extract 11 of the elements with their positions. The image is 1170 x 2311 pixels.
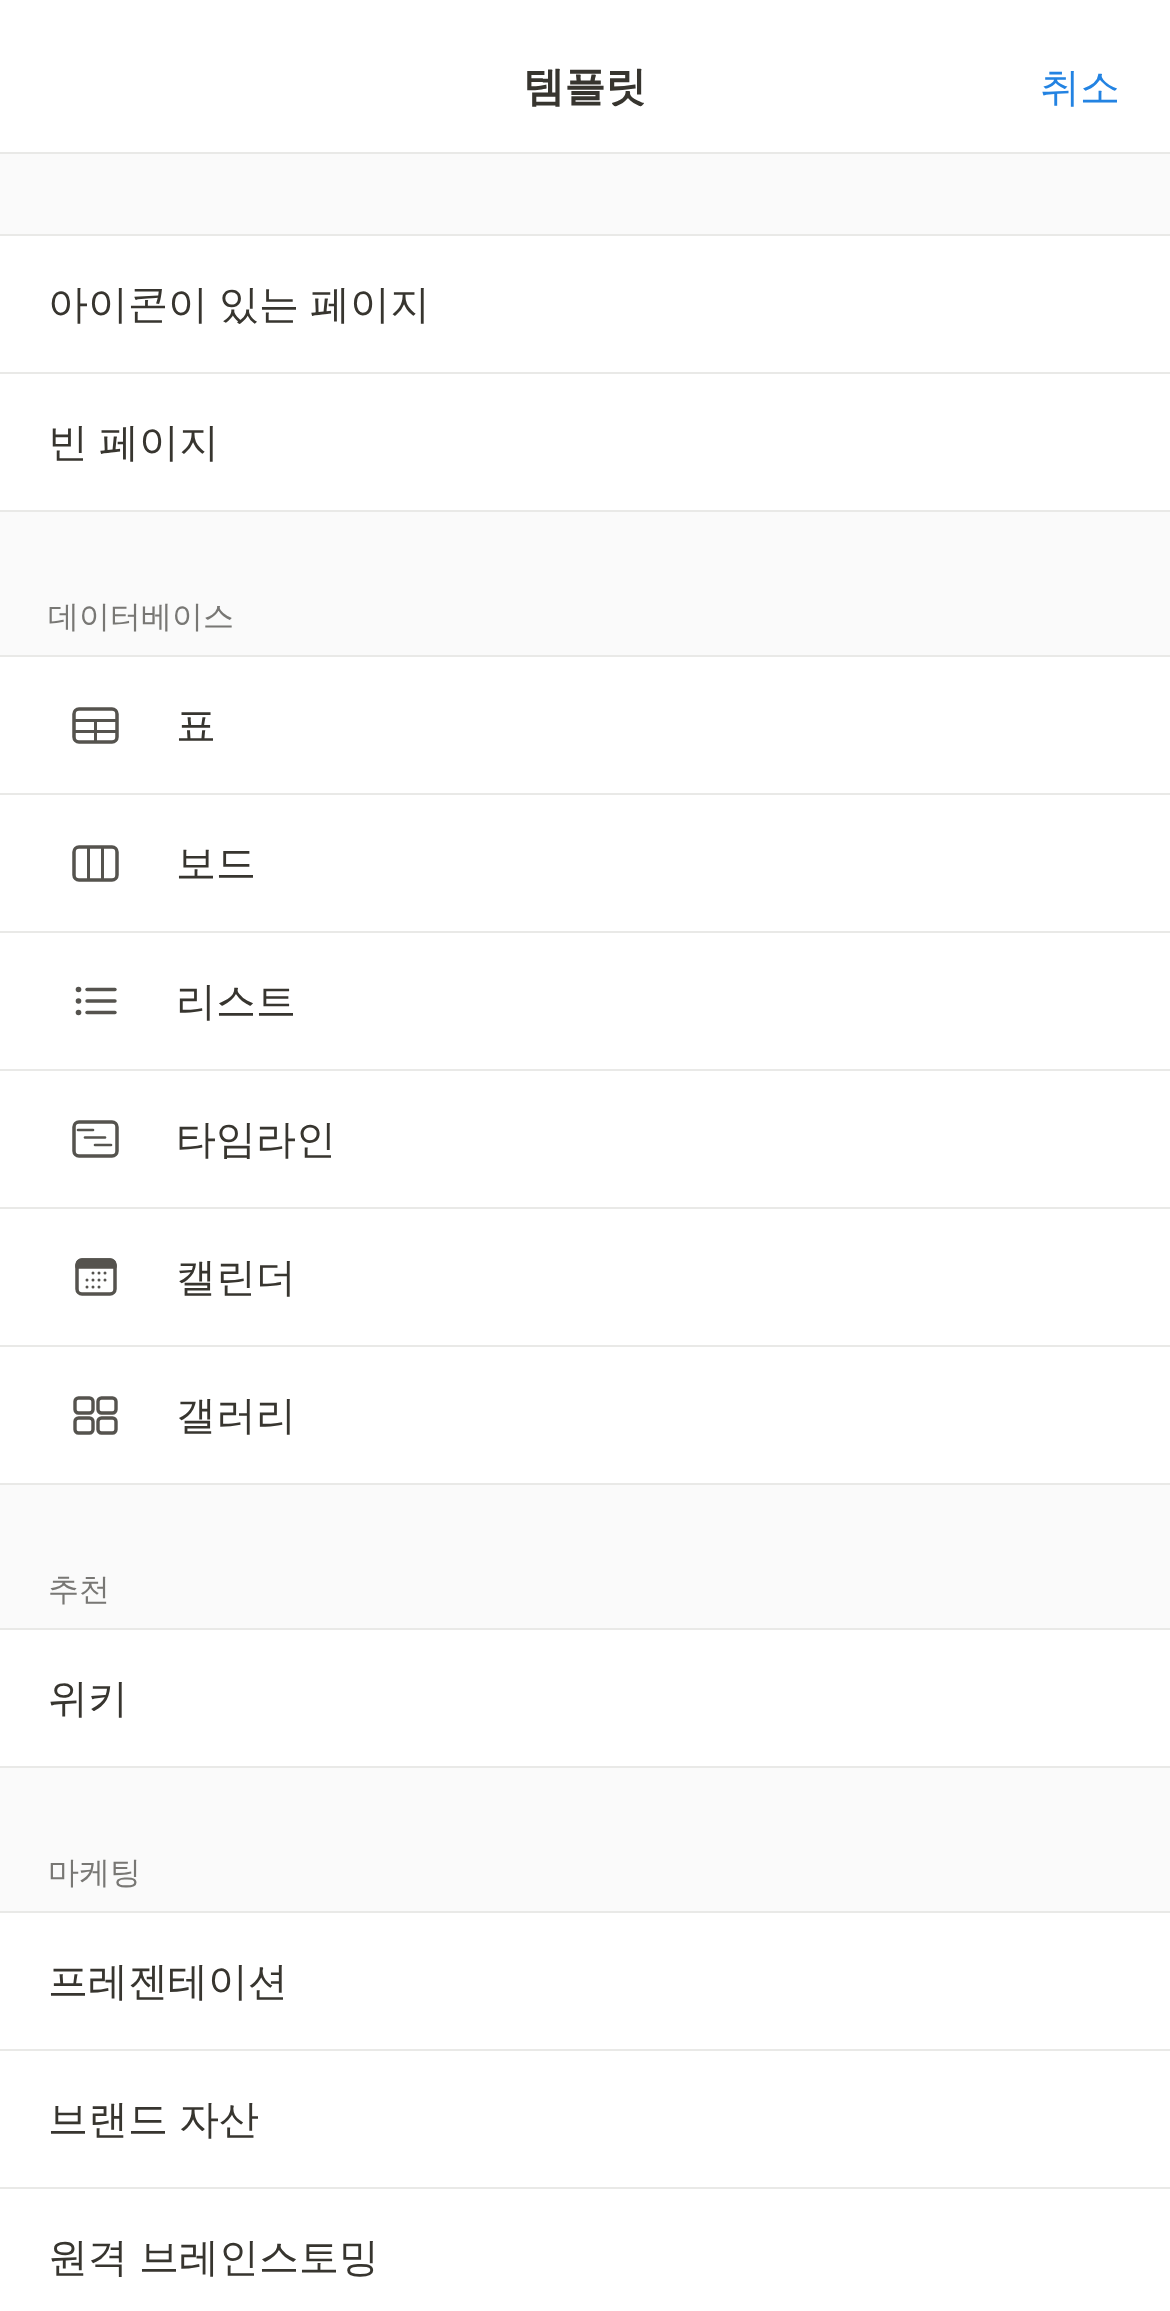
calendar-icon [74, 1258, 117, 1296]
grid-icon [73, 1395, 118, 1435]
section-label: 추천 [48, 1570, 110, 1608]
cancel-button[interactable]: 취소 [1040, 63, 1120, 111]
list-icon [74, 986, 117, 1016]
timeline-icon [72, 1120, 119, 1158]
section-label: 데이터베이스 [48, 597, 234, 635]
columns-icon [72, 844, 119, 882]
table-icon [72, 706, 119, 744]
section-label: 마케팅 [48, 1853, 141, 1891]
header-title: 템플릿 [523, 62, 647, 112]
